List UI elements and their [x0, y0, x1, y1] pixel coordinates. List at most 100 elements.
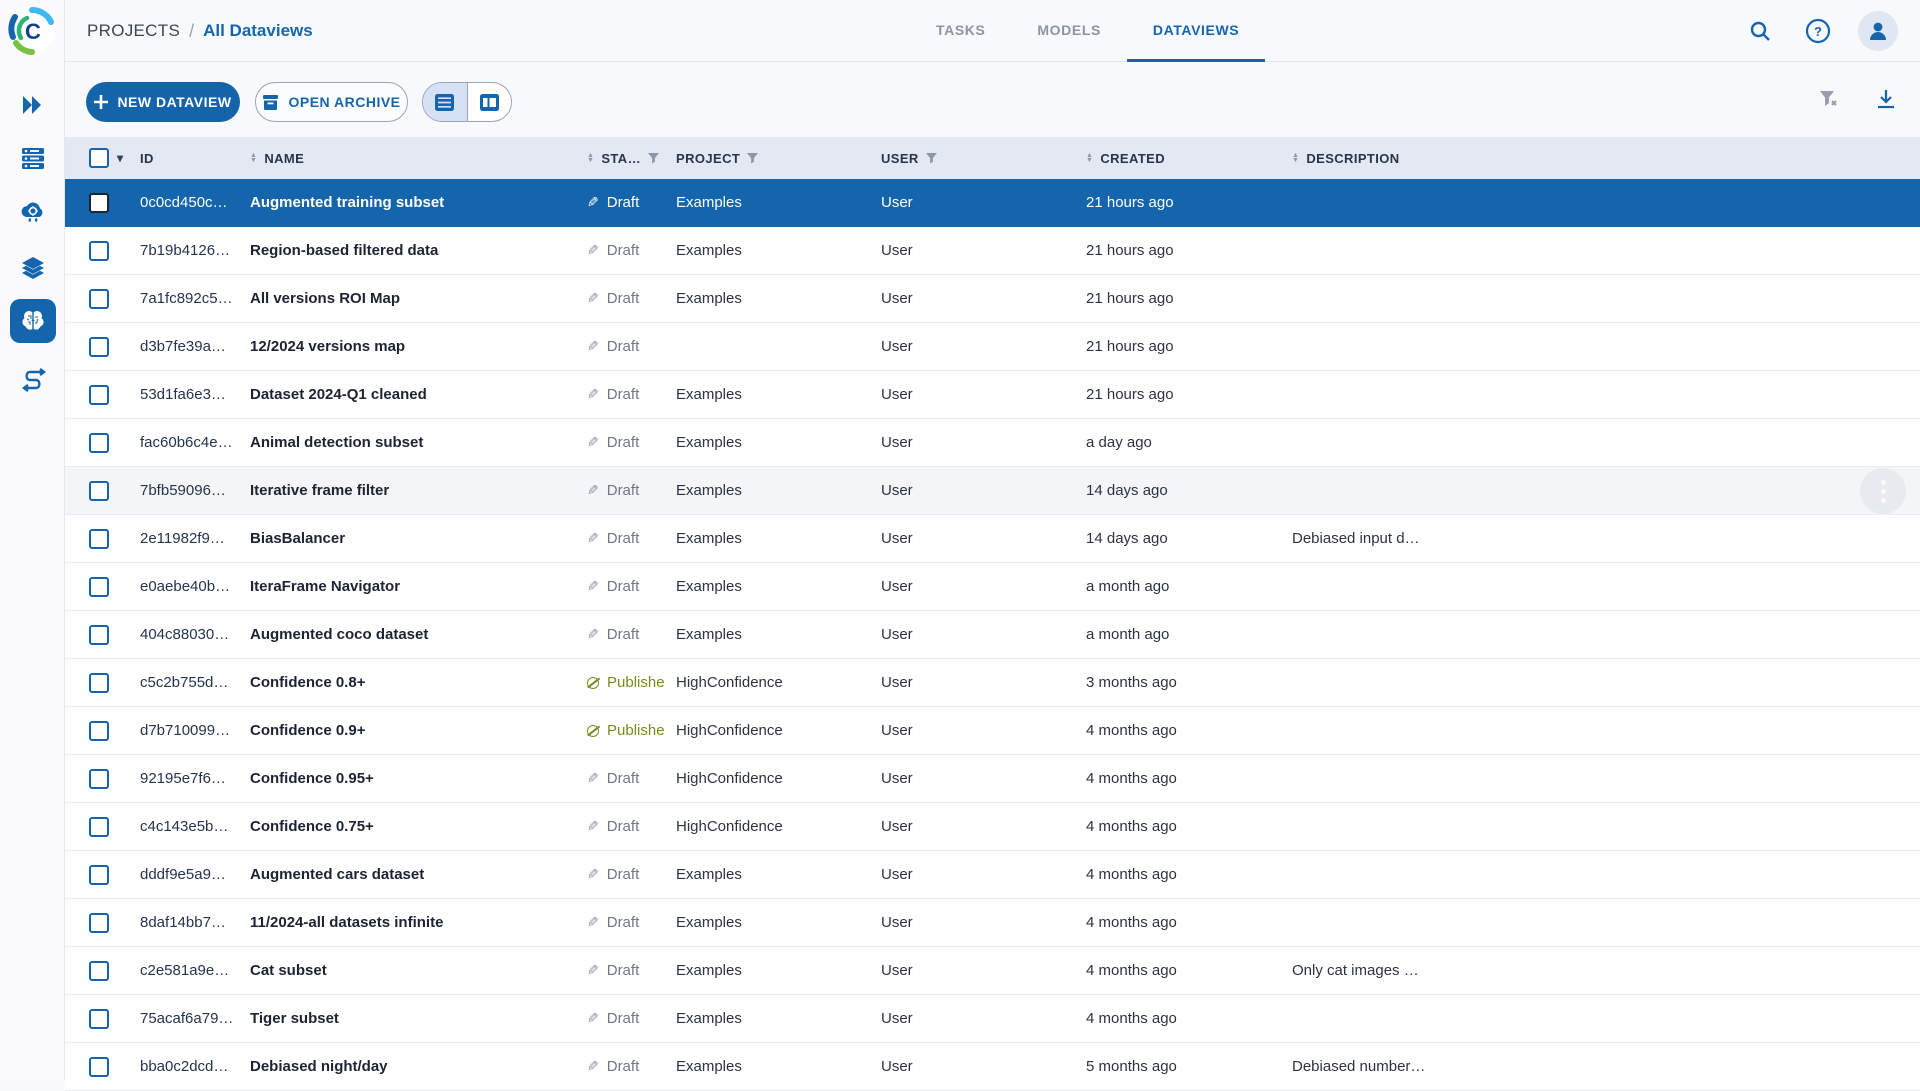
table-row[interactable]: 7a1fc892c5…All versions ROI Map✎DraftExa… — [65, 275, 1920, 323]
row-checkbox[interactable] — [89, 769, 109, 789]
row-checkbox[interactable] — [89, 721, 109, 741]
row-id-link[interactable]: bba0c2dcd… — [128, 1058, 238, 1075]
sidebar-item-data-cloud[interactable] — [0, 191, 65, 235]
header-created[interactable]: ▲▼ CREATED — [1074, 151, 1280, 166]
row-checkbox[interactable] — [89, 913, 109, 933]
row-checkbox[interactable] — [89, 673, 109, 693]
row-id-link[interactable]: e0aebe40b… — [128, 578, 238, 595]
download-icon[interactable] — [1874, 87, 1898, 111]
breadcrumb-projects[interactable]: PROJECTS — [87, 21, 180, 41]
select-dropdown-icon[interactable]: ▾ — [117, 151, 123, 165]
row-status: ✎Draft — [575, 290, 664, 307]
table-row[interactable]: dddf9e5a9…Augmented cars dataset✎DraftEx… — [65, 851, 1920, 899]
row-name: Augmented coco dataset — [238, 626, 575, 643]
header-description[interactable]: ▲▼ DESCRIPTION — [1280, 151, 1920, 166]
row-id-link[interactable]: 7b19b4126… — [128, 242, 238, 259]
row-checkbox[interactable] — [89, 385, 109, 405]
row-checkbox[interactable] — [89, 337, 109, 357]
table-row[interactable]: 53d1fa6e3…Dataset 2024-Q1 cleaned✎DraftE… — [65, 371, 1920, 419]
row-id-link[interactable]: 0c0cd450c… — [128, 194, 238, 211]
sidebar-item-dashboard[interactable] — [0, 136, 65, 180]
row-checkbox[interactable] — [89, 865, 109, 885]
header-id[interactable]: ID — [128, 151, 238, 166]
row-checkbox[interactable] — [89, 1009, 109, 1029]
row-project: Examples — [664, 434, 869, 451]
table-row[interactable]: 7bfb59096…Iterative frame filter✎DraftEx… — [65, 467, 1920, 515]
list-view-button[interactable] — [423, 83, 467, 121]
tab-tasks[interactable]: TASKS — [910, 0, 1011, 62]
table-row[interactable]: 8daf14bb7…11/2024-all datasets infinite✎… — [65, 899, 1920, 947]
row-id-link[interactable]: c5c2b755d… — [128, 674, 238, 691]
table-row[interactable]: 92195e7f6…Confidence 0.95+✎DraftHighConf… — [65, 755, 1920, 803]
tab-models[interactable]: MODELS — [1011, 0, 1127, 62]
table-row[interactable]: e0aebe40b…IteraFrame Navigator✎DraftExam… — [65, 563, 1920, 611]
row-checkbox[interactable] — [89, 481, 109, 501]
status-label: Draft — [607, 770, 640, 787]
row-name: Debiased night/day — [238, 1058, 575, 1075]
breadcrumb-current[interactable]: All Dataviews — [203, 21, 313, 41]
row-checkbox[interactable] — [89, 433, 109, 453]
table-row[interactable]: c4c143e5b…Confidence 0.75+✎DraftHighConf… — [65, 803, 1920, 851]
row-checkbox[interactable] — [89, 961, 109, 981]
table-row[interactable]: 404c88030…Augmented coco dataset✎DraftEx… — [65, 611, 1920, 659]
row-id-link[interactable]: dddf9e5a9… — [128, 866, 238, 883]
status-label: Published — [607, 722, 664, 739]
row-checkbox[interactable] — [89, 241, 109, 261]
table-row[interactable]: c5c2b755d…Confidence 0.8+PublishedHighCo… — [65, 659, 1920, 707]
row-id-link[interactable]: 92195e7f6… — [128, 770, 238, 787]
row-id-link[interactable]: d3b7fe39a… — [128, 338, 238, 355]
table-row[interactable]: d3b7fe39a…12/2024 versions map✎DraftUser… — [65, 323, 1920, 371]
row-checkbox[interactable] — [89, 529, 109, 549]
row-created: 14 days ago — [1074, 482, 1280, 499]
row-checkbox-cell — [65, 961, 128, 981]
sidebar-item-datasets[interactable] — [0, 246, 65, 290]
open-archive-button[interactable]: OPEN ARCHIVE — [255, 82, 408, 122]
row-checkbox[interactable] — [89, 577, 109, 597]
header-project[interactable]: PROJECT — [664, 151, 869, 166]
avatar[interactable] — [1858, 11, 1898, 51]
active-tile — [10, 299, 56, 343]
new-dataview-button[interactable]: NEW DATAVIEW — [86, 82, 240, 122]
select-all-checkbox[interactable] — [89, 148, 109, 168]
row-checkbox[interactable] — [89, 193, 109, 213]
table-row[interactable]: bba0c2dcd…Debiased night/day✎DraftExampl… — [65, 1043, 1920, 1091]
row-checkbox[interactable] — [89, 817, 109, 837]
row-id-link[interactable]: 7bfb59096… — [128, 482, 238, 499]
sidebar-item-pipelines[interactable] — [0, 358, 65, 402]
row-id-link[interactable]: 53d1fa6e3… — [128, 386, 238, 403]
table-row[interactable]: fac60b6c4e…Animal detection subset✎Draft… — [65, 419, 1920, 467]
sidebar-expand-button[interactable] — [0, 83, 65, 127]
row-checkbox[interactable] — [89, 625, 109, 645]
row-id-link[interactable]: 2e11982f9… — [128, 530, 238, 547]
sidebar-item-dataviews-active[interactable] — [0, 299, 65, 343]
row-id-link[interactable]: d7b710099… — [128, 722, 238, 739]
row-project: Examples — [664, 482, 869, 499]
row-id-link[interactable]: 404c88030… — [128, 626, 238, 643]
tab-dataviews[interactable]: DATAVIEWS — [1127, 0, 1265, 62]
help-icon[interactable]: ? — [1800, 13, 1836, 49]
clear-filters-icon[interactable] — [1816, 87, 1840, 111]
row-checkbox[interactable] — [89, 289, 109, 309]
search-icon[interactable] — [1742, 13, 1778, 49]
row-id-link[interactable]: c2e581a9e… — [128, 962, 238, 979]
table-row[interactable]: c2e581a9e…Cat subset✎DraftExamplesUser4 … — [65, 947, 1920, 995]
row-id-link[interactable]: 7a1fc892c5… — [128, 290, 238, 307]
row-id-link[interactable]: 75acaf6a79… — [128, 1010, 238, 1027]
header-name[interactable]: ▲▼ NAME — [238, 151, 575, 166]
row-menu-button[interactable] — [1860, 468, 1906, 514]
header-status[interactable]: ▲▼ STA… — [575, 151, 664, 166]
row-checkbox-cell — [65, 289, 128, 309]
split-view-button[interactable] — [467, 83, 511, 121]
table-row[interactable]: 2e11982f9…BiasBalancer✎DraftExamplesUser… — [65, 515, 1920, 563]
table-row[interactable]: 75acaf6a79…Tiger subset✎DraftExamplesUse… — [65, 995, 1920, 1043]
kebab-dot — [1881, 480, 1886, 485]
row-id-link[interactable]: 8daf14bb7… — [128, 914, 238, 931]
table-row[interactable]: d7b710099…Confidence 0.9+PublishedHighCo… — [65, 707, 1920, 755]
row-id-link[interactable]: fac60b6c4e… — [128, 434, 238, 451]
row-checkbox[interactable] — [89, 1057, 109, 1077]
row-id-link[interactable]: c4c143e5b… — [128, 818, 238, 835]
header-user[interactable]: USER — [869, 151, 1074, 166]
clearml-logo[interactable]: C — [7, 6, 57, 56]
table-row[interactable]: 0c0cd450c…Augmented training subset✎Draf… — [65, 179, 1920, 227]
table-row[interactable]: 7b19b4126…Region-based filtered data✎Dra… — [65, 227, 1920, 275]
